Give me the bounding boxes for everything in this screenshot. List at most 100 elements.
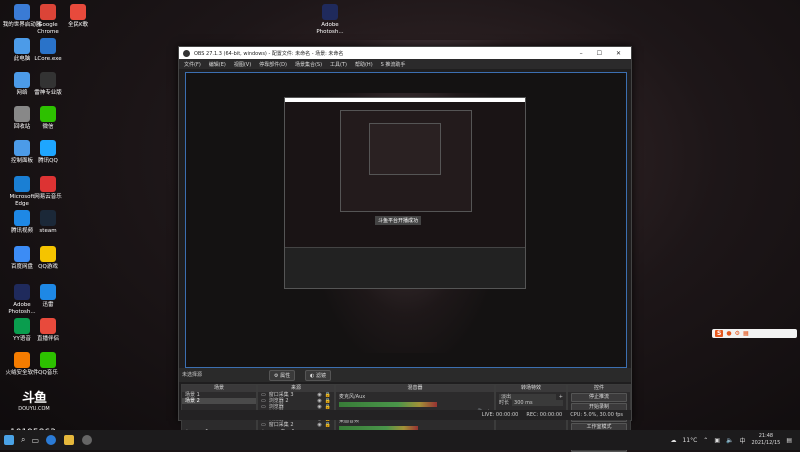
clock-time: 21:48 <box>758 433 774 439</box>
douyu-logo: 斗鱼 <box>21 391 47 406</box>
cpu-status: CPU: 5.0%, 30.00 fps <box>570 412 623 418</box>
desktop-icon-label: 全民K歌 <box>67 22 89 28</box>
helper-grid-icon[interactable]: ▦ <box>743 330 749 337</box>
mixer-header: 混音器 <box>336 385 494 392</box>
douyu-site: DOUYU.COM <box>18 406 50 412</box>
filters-button[interactable]: ◐ 滤镜 <box>305 370 331 381</box>
scene-status: 未选择源 <box>182 372 203 378</box>
search-icon[interactable]: ⌕ <box>21 435 25 445</box>
obs-title: OBS 27.1.3 (64-bit, windows) - 配置文件: 未命名… <box>194 50 344 57</box>
desktop-icon-label: Adobe Photosh... <box>316 22 344 35</box>
lcore-icon <box>40 38 56 54</box>
nested-titlebar <box>285 98 525 102</box>
helper-mic-icon[interactable]: ● <box>726 330 731 337</box>
qq-icon <box>40 140 56 156</box>
desktop-icon-label: LCore.exe <box>34 56 62 62</box>
desktop-icon-label: QQ音乐 <box>38 370 58 376</box>
lock-icon[interactable]: 🔒 <box>325 422 331 428</box>
desktop-icon[interactable]: 腾讯QQ <box>28 140 68 165</box>
duration-input[interactable]: 300 ms <box>512 400 563 406</box>
notifications-icon[interactable]: ▤ <box>786 437 792 444</box>
photoshop-icon <box>322 4 338 20</box>
brand-icon: S <box>715 330 724 337</box>
file-explorer-icon[interactable] <box>64 435 75 445</box>
docks-header: 未选择源 ⚙ 属性 ◐ 滤镜 <box>179 368 631 382</box>
filters-label: 滤镜 <box>315 373 326 379</box>
weather-text[interactable]: 11°C <box>682 437 697 444</box>
desktop-icon[interactable]: 雷神专业版 <box>28 72 68 97</box>
desktop-icon[interactable]: Adobe Photosh... <box>310 4 350 36</box>
desktop-icon[interactable]: LCore.exe <box>28 38 68 63</box>
ime-indicator[interactable]: 中 <box>739 436 745 445</box>
start-icon[interactable] <box>4 435 14 445</box>
menu-help[interactable]: 帮助(H) <box>355 61 373 68</box>
desktop-icon[interactable]: 网易云音乐 <box>28 176 68 201</box>
duration-label: 时长 <box>499 400 510 406</box>
desktop-icon-label: 网易云音乐 <box>34 194 62 200</box>
maximize-button[interactable]: ☐ <box>597 50 602 57</box>
edge-icon[interactable] <box>46 435 57 445</box>
close-button[interactable]: ✕ <box>616 50 621 57</box>
menu-scene-collection[interactable]: 场景集合(S) <box>295 61 322 68</box>
desktop-icon[interactable]: 直播伴侣 <box>28 318 68 343</box>
menu-tools[interactable]: 工具(T) <box>330 61 347 68</box>
desktop-icon[interactable]: steam <box>28 210 68 235</box>
properties-button[interactable]: ⚙ 属性 <box>269 370 296 381</box>
task-view-icon[interactable]: ▭ <box>31 436 39 445</box>
desktop-icon[interactable]: 迅雷 <box>28 284 68 309</box>
live-companion-icon <box>40 318 56 334</box>
live-status: LIVE: 00:00:00 <box>481 412 519 418</box>
mixer-track-name: 麦克风/Aux <box>339 394 366 400</box>
properties-label: 属性 <box>280 373 291 379</box>
volume-icon[interactable]: 🔈 <box>726 437 733 444</box>
qq-music-icon <box>40 352 56 368</box>
desktop-icon-label: 雷神专业版 <box>34 90 62 96</box>
menu-docks[interactable]: 停靠部件(D) <box>259 61 287 68</box>
tray-chevron-icon[interactable]: ⌃ <box>703 437 708 444</box>
nested-docks <box>285 247 525 288</box>
obs-preview[interactable]: 斗鱼平台开播成功 <box>185 72 627 368</box>
wechat-icon <box>40 106 56 122</box>
desktop-icon[interactable]: QQ游戏 <box>28 246 68 271</box>
nested-preview: 斗鱼平台开播成功 <box>284 97 526 289</box>
clock[interactable]: 21:48 2021/12/15 <box>752 433 781 447</box>
menu-file[interactable]: 文件(F) <box>184 61 201 68</box>
helper-settings-icon[interactable]: ⚙ <box>735 330 740 337</box>
network-icon[interactable]: ▣ <box>714 437 720 444</box>
steam-icon <box>40 210 56 226</box>
desktop-icon[interactable]: 微信 <box>28 106 68 131</box>
taskbar: ⌕ ▭ ☁ 11°C ⌃ ▣ 🔈 中 21:48 2021/12/15 ▤ <box>0 430 800 450</box>
menu-stream-helper[interactable]: S 推流助手 <box>381 61 406 68</box>
desktop-icon[interactable]: QQ音乐 <box>28 352 68 377</box>
nested-label: 斗鱼平台开播成功 <box>375 216 422 225</box>
menu-edit[interactable]: 编辑(E) <box>209 61 226 68</box>
controls-header: 控件 <box>568 385 630 392</box>
system-tray: ☁ 11°C ⌃ ▣ 🔈 中 21:48 2021/12/15 ▤ <box>670 433 800 447</box>
obs-statusbar: LIVE: 00:00:00 REC: 00:00:00 CPU: 5.0%, … <box>179 410 631 420</box>
menu-view[interactable]: 视图(V) <box>234 61 251 68</box>
scene-item-selected[interactable]: 场景 2 <box>182 398 256 404</box>
stop-stream-button[interactable]: 停止推流 <box>571 393 627 402</box>
minimize-button[interactable]: – <box>580 50 583 57</box>
obs-taskbar-icon[interactable] <box>82 435 93 445</box>
thunder-pro-icon <box>40 72 56 88</box>
obs-titlebar[interactable]: OBS 27.1.3 (64-bit, windows) - 配置文件: 未命名… <box>179 47 631 59</box>
live-helper-bar[interactable]: S ● ⚙ ▦ <box>712 329 797 338</box>
sources-header: 来源 <box>258 385 334 392</box>
xunlei-icon <box>40 284 56 300</box>
desktop-icon-label: 迅雷 <box>42 302 54 308</box>
obs-logo-icon <box>183 49 190 57</box>
obs-menubar: 文件(F) 编辑(E) 视图(V) 停靠部件(D) 场景集合(S) 工具(T) … <box>179 59 631 69</box>
mixer-meter <box>339 402 437 407</box>
kge-icon <box>70 4 86 20</box>
desktop-icon[interactable]: 全民K歌 <box>58 4 98 29</box>
qq-games-icon <box>40 246 56 262</box>
chrome-icon <box>40 4 56 20</box>
desktop-icon-label: 微信 <box>42 124 54 130</box>
desktop-icon-label: steam <box>39 228 57 234</box>
clock-date: 2021/12/15 <box>751 440 781 446</box>
obs-window[interactable]: OBS 27.1.3 (64-bit, windows) - 配置文件: 未命名… <box>178 46 632 452</box>
nested-preview-inner <box>340 110 472 212</box>
netease-music-icon <box>40 176 56 192</box>
visibility-icon[interactable]: ◉ <box>317 422 321 428</box>
